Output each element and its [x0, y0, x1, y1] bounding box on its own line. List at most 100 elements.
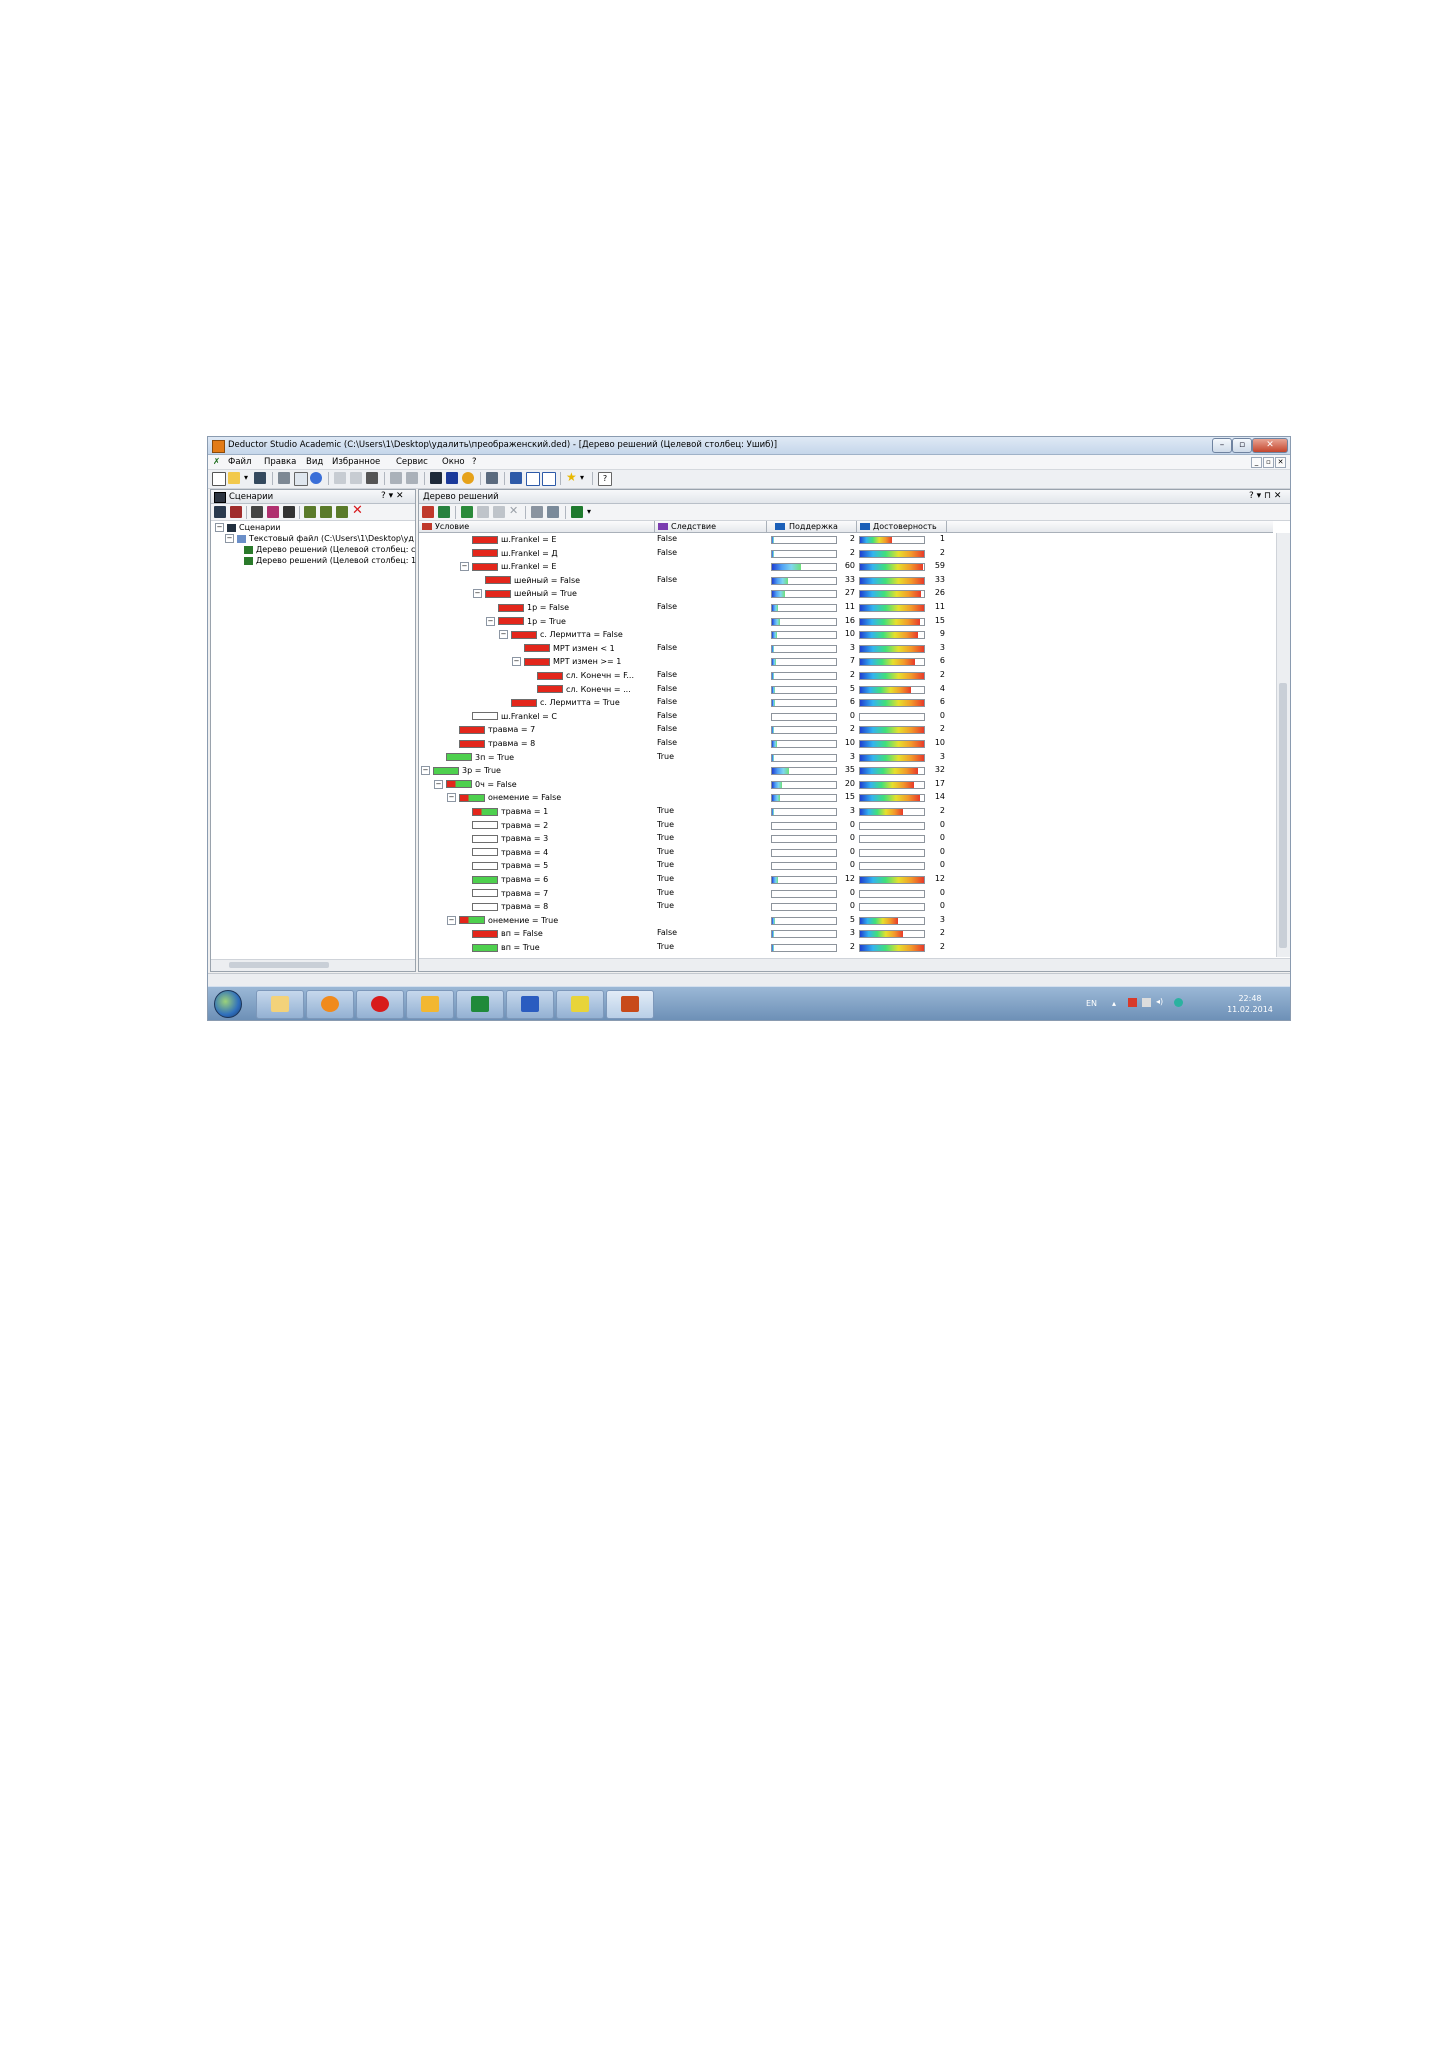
taskbar-opera[interactable] [356, 990, 404, 1019]
decision-tree-panel-controls[interactable]: ? ▾ ⊓ ✕ [1249, 491, 1281, 501]
chart-icon[interactable] [461, 506, 473, 518]
tree-row[interactable]: − 1р = True 16 15 [419, 615, 1273, 629]
tree-node-collapse-icon[interactable]: − [499, 630, 508, 640]
find-icon[interactable] [390, 472, 402, 484]
tray-volume-icon[interactable]: ◂) [1156, 997, 1163, 1006]
menu-help[interactable]: ? [472, 457, 477, 467]
tile-horizontal-icon[interactable] [526, 472, 540, 486]
tray-network-icon[interactable] [1142, 998, 1151, 1007]
minimize-button[interactable]: – [1212, 438, 1232, 453]
scenario-tree-item[interactable]: Дерево решений (Целевой столбец: с [241, 545, 415, 556]
tree-row[interactable]: вп = True True 2 2 [419, 941, 1273, 955]
tray-security-icon[interactable] [1128, 998, 1137, 1007]
new-file-icon[interactable] [212, 472, 226, 486]
glasses-icon[interactable] [547, 506, 559, 518]
tile-vertical-icon[interactable] [542, 472, 556, 486]
tree-node-collapse-icon[interactable]: − [447, 915, 456, 925]
add-scenario-icon[interactable] [214, 506, 226, 518]
column-condition[interactable]: Условие [419, 521, 655, 532]
export-icon[interactable] [283, 506, 295, 518]
scenario-tree-item[interactable]: − Текстовый файл (C:\Users\1\Desktop\уд [225, 534, 414, 545]
tree-row[interactable]: − онемение = False 15 14 [419, 791, 1273, 805]
column-support[interactable]: Поддержка [767, 521, 857, 532]
print-icon[interactable] [278, 472, 290, 484]
menu-edit[interactable]: Правка [264, 457, 296, 467]
tray-clock[interactable]: 22:48 11.02.2014 [1222, 993, 1278, 1015]
tree-node-collapse-icon[interactable]: − [512, 657, 521, 667]
home-icon[interactable] [486, 472, 498, 484]
expand-icon[interactable] [477, 506, 489, 518]
run-icon[interactable] [462, 472, 474, 484]
tree-row[interactable]: травма = 1 True 3 2 [419, 805, 1273, 819]
move-up-icon[interactable] [304, 506, 316, 518]
cut-icon[interactable] [334, 472, 346, 484]
tree-row[interactable]: травма = 7 False 2 2 [419, 723, 1273, 737]
open-dropdown-icon[interactable]: ▾ [244, 473, 250, 485]
taskbar-outlook[interactable] [406, 990, 454, 1019]
tree-row[interactable]: − МРТ измен >= 1 7 6 [419, 655, 1273, 669]
document-menu-icon[interactable]: ✗ [213, 457, 220, 467]
tree-row[interactable]: − ш.Frankel = E 60 59 [419, 560, 1273, 574]
tree-row[interactable]: ш.Frankel = E False 2 1 [419, 533, 1273, 547]
favorites-dropdown-icon[interactable]: ▾ [580, 473, 586, 485]
tree-row[interactable]: МРТ измен < 1 False 3 3 [419, 642, 1273, 656]
tree-row[interactable]: сл. Конечн = F... False 2 2 [419, 669, 1273, 683]
tree-row[interactable]: травма = 6 True 12 12 [419, 873, 1273, 887]
remove-icon[interactable]: ✕ [509, 504, 521, 517]
column-confidence[interactable]: Достоверность [857, 521, 947, 532]
language-indicator[interactable]: EN [1086, 999, 1097, 1008]
tree-row[interactable]: шейный = False False 33 33 [419, 574, 1273, 588]
tree-row[interactable]: травма = 4 True 0 0 [419, 846, 1273, 860]
tree-row[interactable]: − онемение = True 5 3 [419, 914, 1273, 928]
tree-row[interactable]: − шейный = True 27 26 [419, 587, 1273, 601]
tree-row[interactable]: сл. Конечн = ... False 5 4 [419, 683, 1273, 697]
taskbar-deductor-2[interactable] [606, 990, 654, 1019]
tree-view-icon[interactable] [422, 506, 434, 518]
taskbar-deductor-1[interactable] [556, 990, 604, 1019]
delete-icon[interactable]: ✕ [352, 503, 364, 518]
favorites-star-icon[interactable]: ★ [566, 470, 578, 484]
filter-icon[interactable] [531, 506, 543, 518]
rules-view-icon[interactable] [438, 506, 450, 518]
tree-row[interactable]: − 0ч = False 20 17 [419, 778, 1273, 792]
find-next-icon[interactable] [406, 472, 418, 484]
decision-tree-vscrollbar[interactable] [1276, 533, 1290, 957]
taskbar-word[interactable] [506, 990, 554, 1019]
tree-row[interactable]: ш.Frankel = C False 0 0 [419, 710, 1273, 724]
globe-icon[interactable] [310, 472, 322, 484]
tree-row[interactable]: ш.Frankel = Д False 2 2 [419, 547, 1273, 561]
save-icon[interactable] [254, 472, 266, 484]
scenario-wizard-icon[interactable] [230, 506, 242, 518]
menu-file[interactable]: Файл [228, 457, 251, 467]
close-button[interactable]: ✕ [1252, 438, 1288, 453]
taskbar-media-player[interactable] [306, 990, 354, 1019]
tray-update-icon[interactable] [1174, 998, 1183, 1007]
tree-node-collapse-icon[interactable]: − [473, 589, 482, 599]
tree-row[interactable]: травма = 2 True 0 0 [419, 819, 1273, 833]
paste-icon[interactable] [366, 472, 378, 484]
tree-node-collapse-icon[interactable]: − [434, 779, 443, 789]
tree-row[interactable]: травма = 5 True 0 0 [419, 859, 1273, 873]
print-preview-icon[interactable] [294, 472, 308, 486]
menu-service[interactable]: Сервис [396, 457, 428, 467]
excel-export-icon[interactable] [571, 506, 583, 518]
column-consequence[interactable]: Следствие [655, 521, 767, 532]
tree-row[interactable]: травма = 7 True 0 0 [419, 887, 1273, 901]
maximize-button[interactable]: ▫ [1232, 438, 1252, 453]
tree-row[interactable]: 1р = False False 11 11 [419, 601, 1273, 615]
tree-row[interactable]: травма = 8 True 0 0 [419, 900, 1273, 914]
tray-expand-icon[interactable]: ▴ [1112, 999, 1116, 1008]
tree-row[interactable]: − 3р = True 35 32 [419, 764, 1273, 778]
wizard-icon[interactable] [430, 472, 442, 484]
scenario-tree-item[interactable]: Дерево решений (Целевой столбец: 1 [241, 556, 416, 567]
tree-node-collapse-icon[interactable]: − [486, 616, 495, 626]
tree-row[interactable]: с. Лермитта = True False 6 6 [419, 696, 1273, 710]
tree-node-collapse-icon[interactable]: − [421, 766, 430, 776]
tree-row[interactable]: 0ч = TrueTrue1515 [419, 955, 1273, 957]
scenarios-hscrollbar[interactable] [211, 959, 415, 971]
collapse-icon[interactable] [493, 506, 505, 518]
scenarios-panel-controls[interactable]: ? ▾ ✕ [381, 491, 404, 501]
tree-row[interactable]: травма = 8 False 10 10 [419, 737, 1273, 751]
move-down-icon[interactable] [320, 506, 332, 518]
tree-row[interactable]: вп = False False 3 2 [419, 927, 1273, 941]
